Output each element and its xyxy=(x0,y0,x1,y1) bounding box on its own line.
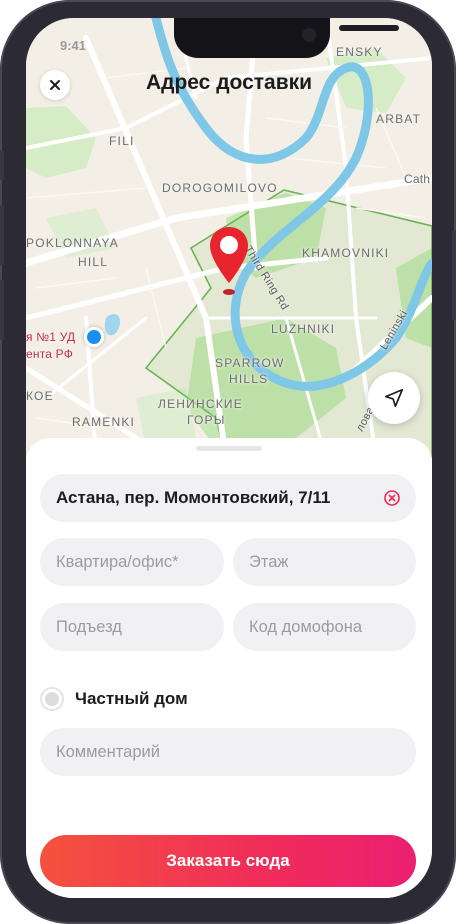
apartment-field[interactable]: Квартира/офис* xyxy=(40,538,224,586)
private-house-option[interactable]: Частный дом xyxy=(40,685,188,713)
map-label-gory: ГОРЫ xyxy=(187,413,226,427)
map-label-koe: КОЕ xyxy=(26,389,54,403)
phone-frame: FILI DOROGOMILOVO ARBAT Cath ENSKY POKLO… xyxy=(0,0,456,924)
my-location-button[interactable] xyxy=(368,372,420,424)
address-sheet: Астана, пер. Момонтовский, 7/11 Квартира… xyxy=(26,438,432,898)
private-house-radio[interactable] xyxy=(40,687,64,711)
map-label-arbat: ARBAT xyxy=(376,112,422,126)
map-label-ensky: ENSKY xyxy=(336,45,383,59)
address-value: Астана, пер. Момонтовский, 7/11 xyxy=(56,488,331,507)
floor-field[interactable]: Этаж xyxy=(233,538,416,586)
map-label-ud: я №1 УД xyxy=(26,330,76,344)
map-label-sparrow-hills: HILLS xyxy=(229,372,269,386)
map-label-rf: ента РФ xyxy=(26,347,74,361)
map-label-luzhniki: LUZHNIKI xyxy=(271,322,336,336)
location-pin-icon[interactable] xyxy=(208,225,250,301)
floor-placeholder: Этаж xyxy=(249,552,289,571)
map-label-fili: FILI xyxy=(109,134,135,148)
page-title: Адрес доставки xyxy=(145,71,313,94)
clear-address-icon[interactable] xyxy=(382,488,402,508)
entrance-placeholder: Подъезд xyxy=(56,617,122,636)
map-label-khamovniki: KHAMOVNIKI xyxy=(302,246,390,260)
map-label-poklonnaya: POKLONNAYA xyxy=(26,236,119,250)
entrance-field[interactable]: Подъезд xyxy=(40,603,224,651)
map-label-ramenki: RAMENKI xyxy=(72,415,136,429)
private-house-label: Частный дом xyxy=(75,689,188,708)
order-here-button[interactable]: Заказать сюда xyxy=(40,835,416,887)
radio-indicator xyxy=(45,692,59,706)
sheet-drag-handle[interactable] xyxy=(196,446,262,451)
map-label-cath: Cath xyxy=(404,172,431,186)
front-camera xyxy=(302,28,316,42)
dynamic-notch xyxy=(174,18,399,58)
apartment-placeholder: Квартира/офис* xyxy=(56,552,179,571)
power-button xyxy=(452,230,456,320)
address-field[interactable]: Астана, пер. Момонтовский, 7/11 xyxy=(40,474,416,522)
comment-field[interactable]: Комментарий xyxy=(40,728,416,776)
speaker xyxy=(339,25,399,31)
volume-down-button xyxy=(0,280,4,340)
comment-placeholder: Комментарий xyxy=(56,742,160,761)
volume-up-button xyxy=(0,205,4,265)
map-label-sparrow: SPARROW xyxy=(215,356,285,370)
navigation-arrow-icon xyxy=(383,387,405,409)
mute-switch xyxy=(0,150,4,180)
intercom-field[interactable]: Код домофона xyxy=(233,603,416,651)
user-location-dot xyxy=(84,327,104,347)
intercom-placeholder: Код домофона xyxy=(249,617,363,636)
screen: FILI DOROGOMILOVO ARBAT Cath ENSKY POKLO… xyxy=(26,18,432,898)
map-label-dorogomilovo: DOROGOMILOVO xyxy=(162,181,278,195)
map-label-poklonnaya-hill: HILL xyxy=(78,255,109,269)
map-label-leninskie: ЛЕНИНСКИЕ xyxy=(158,397,243,411)
status-time: 9:41 xyxy=(60,38,87,53)
